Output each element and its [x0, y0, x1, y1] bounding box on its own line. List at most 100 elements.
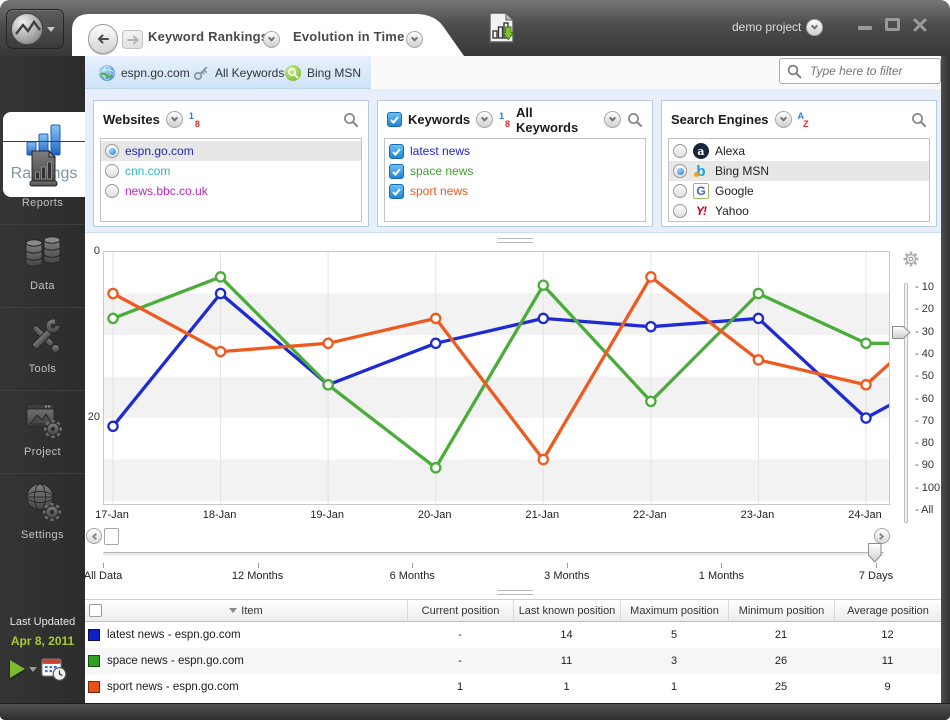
app-menu-button[interactable]: [6, 9, 64, 49]
radio-button[interactable]: [673, 204, 687, 218]
app-logo-globe-icon: [11, 13, 43, 45]
search-engines-search-icon[interactable]: [911, 112, 927, 128]
table-row[interactable]: space news - espn.go.com-1132611: [85, 648, 941, 674]
keywords-select-all-checkbox[interactable]: [387, 112, 402, 127]
run-update-button[interactable]: [10, 660, 25, 678]
results-table: ItemCurrent positionLast known positionM…: [85, 599, 941, 700]
keywords-scope-label[interactable]: All Keywords: [516, 105, 598, 135]
keywords-search-icon[interactable]: [627, 112, 643, 128]
website-row[interactable]: news.bbc.co.uk: [101, 181, 361, 201]
breadcrumb-search-engine[interactable]: Bing MSN: [285, 56, 361, 89]
search-engine-row[interactable]: bBing MSN: [669, 161, 929, 181]
project-selector-label[interactable]: demo project: [732, 20, 801, 34]
chart-scale-slider-handle[interactable]: [892, 326, 911, 339]
time-range-label-3-months[interactable]: 3 Months: [512, 570, 622, 582]
checkbox[interactable]: [389, 144, 404, 159]
project-dropdown-button[interactable]: [806, 19, 823, 36]
schedule-calendar-icon[interactable]: [41, 656, 67, 682]
radio-button[interactable]: [673, 144, 687, 158]
evolution-dropdown-button[interactable]: [406, 31, 423, 48]
item-cell: space news - espn.go.com: [85, 655, 407, 667]
sidebar-item-tools[interactable]: Tools: [0, 307, 85, 390]
time-range-label-all-data[interactable]: All Data: [48, 570, 158, 582]
chevron-down-icon: [47, 27, 55, 32]
scroll-right-button[interactable]: [874, 528, 890, 544]
close-button[interactable]: [912, 17, 928, 33]
time-range-slider-track[interactable]: [103, 552, 884, 556]
sidebar-item-reports[interactable]: Reports: [0, 141, 85, 224]
x-axis-label: 24-Jan: [835, 509, 895, 521]
keywords-dropdown-button[interactable]: [476, 111, 493, 128]
table-header-row: ItemCurrent positionLast known positionM…: [85, 599, 941, 622]
report-export-icon[interactable]: [487, 11, 519, 47]
time-range-tick: [567, 563, 568, 568]
sort-descending-icon: [229, 608, 237, 613]
column-header-last-known-position[interactable]: Last known position: [513, 600, 620, 621]
radio-button[interactable]: [105, 144, 119, 158]
chart-settings-gear-icon[interactable]: [901, 249, 921, 269]
forward-button[interactable]: [122, 30, 143, 49]
table-row[interactable]: latest news - espn.go.com-1452112: [85, 622, 941, 648]
value-cell: 12: [834, 629, 941, 641]
filter-search-input[interactable]: [808, 63, 933, 79]
rankings-chart[interactable]: [103, 251, 890, 505]
time-range-slider-handle[interactable]: [868, 543, 882, 563]
time-range-label-7-days[interactable]: 7 Days: [821, 570, 931, 582]
search-engine-row[interactable]: GGoogle: [669, 181, 929, 201]
search-engines-sort-badge[interactable]: A Z: [798, 112, 809, 128]
breadcrumb-website[interactable]: espn.go.com: [99, 56, 190, 89]
website-row[interactable]: cnn.com: [101, 161, 361, 181]
radio-button[interactable]: [105, 184, 119, 198]
column-header-minimum-position[interactable]: Minimum position: [728, 600, 834, 621]
maximize-button[interactable]: [885, 18, 900, 31]
sidebar-item-settings[interactable]: Settings: [0, 473, 85, 556]
panel-splitter-grip[interactable]: [497, 238, 533, 243]
column-header-current-position[interactable]: Current position: [407, 600, 513, 621]
breadcrumb-keywords[interactable]: All Keywords: [193, 56, 284, 89]
column-header-item[interactable]: Item: [85, 600, 407, 621]
minimize-button[interactable]: [858, 26, 872, 30]
checkbox[interactable]: [389, 164, 404, 179]
sidebar-item-data[interactable]: Data: [0, 224, 85, 307]
website-label: news.bbc.co.uk: [125, 184, 208, 198]
time-range-label-1-months[interactable]: 1 Months: [666, 570, 776, 582]
nav-tab-keyword-rankings[interactable]: Keyword Rankings: [148, 29, 268, 44]
back-button[interactable]: [88, 24, 118, 54]
websites-search-icon[interactable]: [343, 112, 359, 128]
radio-button[interactable]: [105, 164, 119, 178]
column-header-average-position[interactable]: Average position: [834, 600, 941, 621]
column-header-maximum-position[interactable]: Maximum position: [620, 600, 728, 621]
keyword-rankings-dropdown-button[interactable]: [263, 31, 280, 48]
radio-button[interactable]: [673, 164, 687, 178]
search-engine-row[interactable]: aAlexa: [669, 141, 929, 161]
select-all-checkbox[interactable]: [89, 604, 102, 617]
window-bottom-frame: [0, 703, 950, 720]
chart-scale-slider-track[interactable]: [904, 283, 908, 523]
yahoo-favicon: Y!: [693, 203, 709, 219]
search-engine-row[interactable]: Y!Yahoo: [669, 201, 929, 221]
table-row[interactable]: sport news - espn.go.com111259: [85, 674, 941, 700]
sidebar-item-project[interactable]: Project: [0, 390, 85, 473]
time-range-label-6-months[interactable]: 6 Months: [357, 570, 467, 582]
keyword-row[interactable]: sport news: [385, 181, 645, 201]
websites-dropdown-button[interactable]: [166, 111, 183, 128]
run-options-chevron-icon[interactable]: [29, 667, 37, 672]
key-icon: [193, 65, 209, 81]
value-cell: 14: [513, 629, 620, 641]
table-splitter-grip[interactable]: [497, 590, 533, 595]
scroll-left-button[interactable]: [86, 528, 102, 544]
checkbox[interactable]: [389, 184, 404, 199]
time-range-tick: [103, 563, 104, 568]
keywords-scope-dropdown-button[interactable]: [604, 111, 621, 128]
time-range-label-12-months[interactable]: 12 Months: [203, 570, 313, 582]
nav-tab-evolution-in-time[interactable]: Evolution in Time: [293, 29, 405, 44]
search-engines-dropdown-button[interactable]: [775, 111, 792, 128]
scrollbar-thumb[interactable]: [104, 528, 119, 545]
keyword-row[interactable]: space news: [385, 161, 645, 181]
y-axis-tick-0: 0: [70, 245, 100, 257]
keyword-row[interactable]: latest news: [385, 141, 645, 161]
filter-search-box[interactable]: [779, 58, 941, 84]
radio-button[interactable]: [673, 184, 687, 198]
time-range-tick: [412, 563, 413, 568]
website-row[interactable]: espn.go.com: [101, 141, 361, 161]
